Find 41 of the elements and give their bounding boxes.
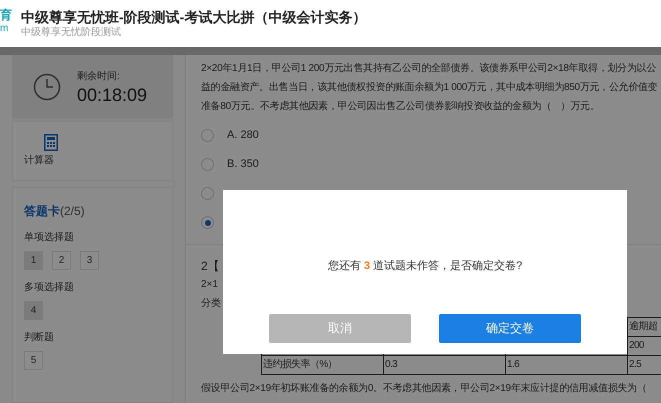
radio-button[interactable] <box>201 129 214 142</box>
dialog-message: 您还有 3 道试题未作答，是否确定交卷? <box>328 258 522 274</box>
table-cell: 200 <box>628 337 661 356</box>
section-label: 多项选择题 <box>24 280 75 295</box>
section-label: 单项选择题 <box>24 230 75 245</box>
table-cell: 1.6 <box>506 356 628 375</box>
question-text: 准备80万元。不考虑其他因素，甲公司因出售乙公司债券影响投资收益的金额为（ ）万元。 <box>201 100 601 114</box>
radio-button[interactable] <box>201 158 214 171</box>
logo-text: m <box>0 22 10 36</box>
logo-text: 育 <box>0 8 13 22</box>
calculator-label: 计算器 <box>24 154 55 168</box>
question-text: 2×1 <box>201 278 218 292</box>
calculator-icon[interactable] <box>44 134 58 151</box>
page-title: 中级尊享无忧班-阶段测试-考试大比拼（中级会计实务） <box>21 8 366 26</box>
answer-card-title: 答题卡 <box>24 203 60 220</box>
question-number[interactable]: 2 <box>52 251 71 270</box>
question-text: 2×20年1月1日，甲公司1 200万元出售其持有乙公司的全部债券。该债券系甲公司2×18年取得，划分为以公 <box>201 62 657 76</box>
option-label: B. 350 <box>227 157 259 172</box>
section-label: 判断题 <box>24 330 55 345</box>
radio-button[interactable] <box>201 216 214 229</box>
question-text: 假设甲公司2×19年初坏账准备的余额为0。不考虑其他因素，甲公司2×19年末应计提的信用减值损失为（ <box>201 382 648 396</box>
question-number[interactable]: 4 <box>24 301 43 320</box>
page-subtitle: 中级尊享无忧阶段测试 <box>21 26 122 40</box>
question-text: 分类 <box>201 296 221 311</box>
question-number[interactable]: 5 <box>24 351 43 370</box>
option-label: A. 280 <box>227 128 259 144</box>
question-number[interactable]: 1 <box>24 251 43 270</box>
radio-button[interactable] <box>201 187 214 200</box>
submit-button[interactable]: 确定交卷 <box>439 314 581 342</box>
table-cell: 违约损失率（%） <box>262 356 384 375</box>
question-number-label: 2【 <box>201 258 220 275</box>
answer-card-count: (2/5) <box>60 203 85 220</box>
timer-value: 00:18:09 <box>77 84 148 106</box>
table-cell: 0.3 <box>384 356 506 375</box>
table-cell: 逾期超 <box>628 318 661 337</box>
table-cell: 2.5 <box>628 356 661 375</box>
question-text: 益的金融资产。出售当日，该其他债权投资的账面余额为1 000万元，其中成本明细为850万元，公允价值变 <box>201 80 658 95</box>
clock-icon <box>33 73 61 101</box>
question-number[interactable]: 3 <box>80 251 99 270</box>
cancel-button[interactable]: 取消 <box>269 314 411 342</box>
timer-label: 剩余时间: <box>77 70 121 84</box>
